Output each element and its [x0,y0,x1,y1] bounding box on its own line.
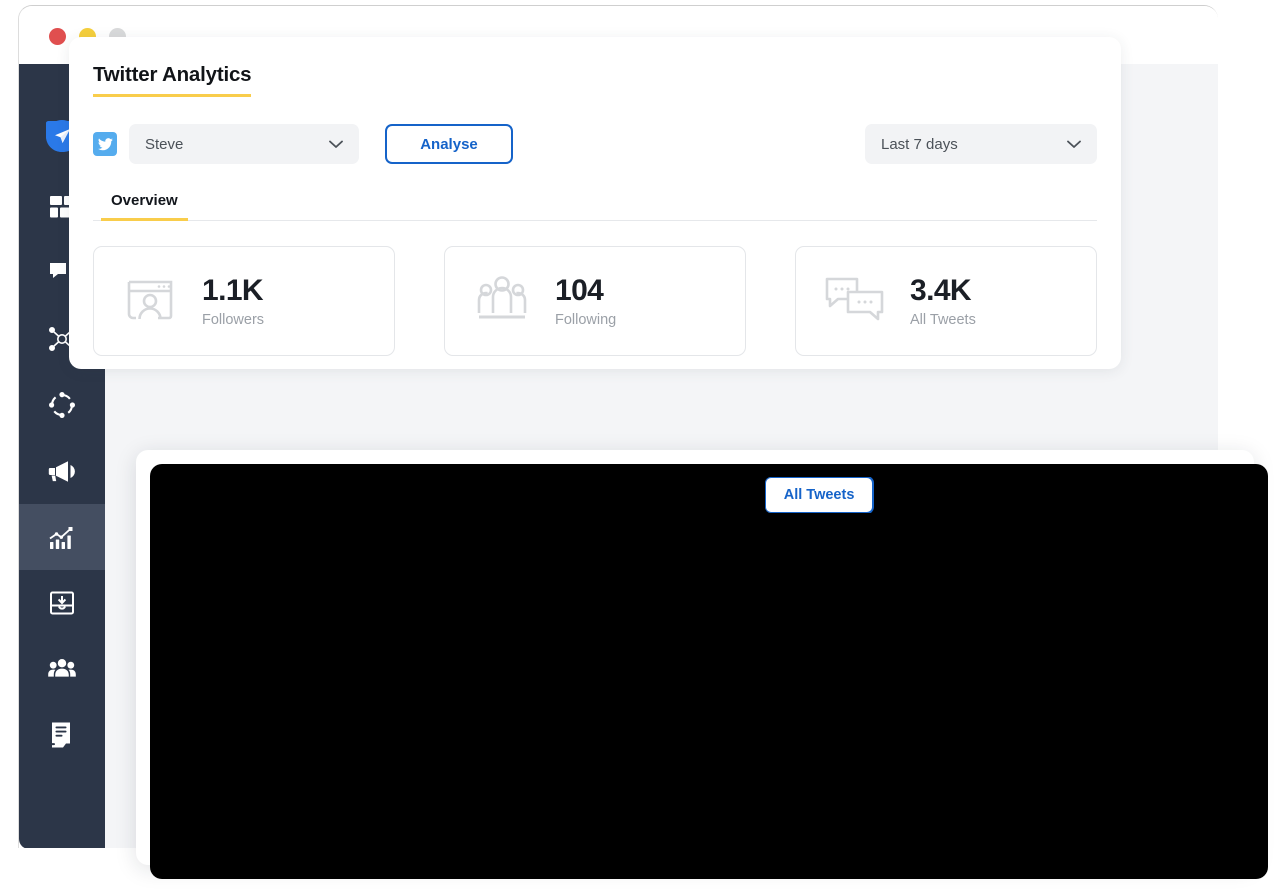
sidebar-item-discovery[interactable] [19,372,105,438]
stat-card-all-tweets: 3.4K All Tweets [795,246,1097,356]
tab-all-tweets[interactable]: All Tweets [764,477,875,513]
card-drop-shadow [150,464,1268,879]
inbox-download-icon [49,590,75,616]
sidebar-item-team[interactable] [19,636,105,702]
app-root: Twitter Analytics Steve Analyse Last 7 d… [0,0,1286,894]
stat-label: Followers [202,312,265,328]
stat-label: Following [555,312,617,328]
stat-text: 3.4K All Tweets [910,274,976,328]
analyse-button[interactable]: Analyse [385,124,513,164]
stats-row: 1.1K Followers 104 Following 3.4K All Tw… [93,246,1097,356]
page-title: Twitter Analytics [93,63,252,97]
stat-value: 3.4K [910,274,972,307]
sidebar-item-reports[interactable] [19,702,105,768]
analytics-controls: Steve Analyse Last 7 days [93,124,1097,164]
close-button[interactable] [49,28,66,45]
page-title-wrap: Twitter Analytics [93,63,1097,97]
bar-chart-icon [48,523,76,551]
megaphone-icon [48,458,76,484]
group-people-icon [473,273,531,330]
team-people-icon [48,657,76,681]
chevron-down-icon [1067,136,1081,153]
stat-value: 1.1K [202,274,264,307]
account-select[interactable]: Steve [129,124,359,164]
date-range-select[interactable]: Last 7 days [865,124,1097,164]
tab-overview[interactable]: Overview [101,192,188,221]
chat-bubbles-icon [824,273,886,330]
orbit-target-icon [48,391,76,419]
stat-value: 104 [555,274,604,307]
stat-text: 104 Following [555,274,616,328]
profile-card-icon [122,271,178,332]
analytics-tabs: Overview [93,192,1097,221]
twitter-analytics-card: Twitter Analytics Steve Analyse Last 7 d… [69,37,1121,369]
document-report-icon [49,721,75,749]
stat-card-following: 104 Following [444,246,746,356]
stat-card-followers: 1.1K Followers [93,246,395,356]
sidebar-item-analytics[interactable] [19,504,105,570]
date-range-value: Last 7 days [881,135,958,153]
sidebar-item-inbox[interactable] [19,570,105,636]
twitter-bird-icon [93,132,117,156]
stat-text: 1.1K Followers [202,274,264,328]
sidebar-item-campaigns[interactable] [19,438,105,504]
chevron-down-icon [329,136,343,153]
stat-label: All Tweets [910,312,976,328]
account-select-value: Steve [145,135,184,153]
